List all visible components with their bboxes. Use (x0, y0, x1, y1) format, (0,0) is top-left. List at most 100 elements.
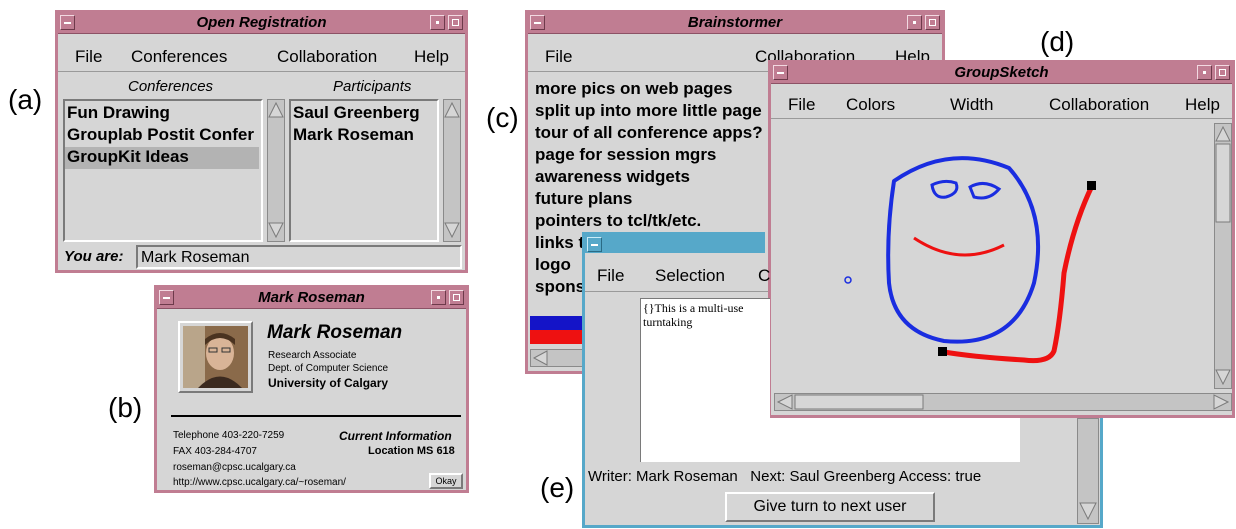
location-label: Location MS 618 (368, 445, 455, 457)
horizontal-scrollbar[interactable] (530, 349, 590, 367)
card-fax: FAX 403-284-4707 (173, 446, 257, 457)
menu-divider (585, 291, 768, 292)
maximize-icon[interactable] (449, 290, 464, 305)
panel-label-b: (b) (108, 392, 143, 423)
maximize-icon[interactable] (1215, 65, 1230, 80)
scrollbar-arrows-icon (776, 394, 1230, 410)
idea-item[interactable]: tour of all conference apps? (535, 123, 763, 143)
writer-scrollbar[interactable] (1077, 418, 1099, 524)
open-registration-window: Open Registration File Conferences Colla… (55, 10, 468, 273)
panel-label-c: (c) (486, 102, 519, 133)
menu-collaboration[interactable]: Collaboration (1049, 95, 1149, 115)
list-item[interactable]: Mark Roseman (293, 125, 414, 145)
card-divider (171, 415, 461, 417)
business-card-window: Mark Roseman Mark Roseman Research Assoc… (154, 285, 469, 493)
current-information-label: Current Information (339, 429, 452, 443)
window-title: Open Registration (196, 14, 327, 31)
minimize-icon[interactable] (1197, 65, 1212, 80)
groupsketch-window: GroupSketch File Colors Width Collaborat… (768, 60, 1235, 418)
list-item[interactable]: Saul Greenberg (293, 103, 420, 123)
idea-item[interactable]: logo (535, 255, 571, 275)
title-bar[interactable]: GroupSketch (771, 63, 1232, 84)
idea-item[interactable]: more pics on web pages (535, 79, 732, 99)
status-access: Access: true (898, 468, 982, 485)
photo (178, 321, 253, 393)
person-photo-icon (183, 326, 248, 388)
horizontal-scrollbar[interactable] (774, 393, 1232, 411)
idea-item[interactable]: pointers to tcl/tk/etc. (535, 211, 701, 231)
you-are-label: You are: (64, 248, 124, 265)
minimize-icon[interactable] (907, 15, 922, 30)
menu-conferences[interactable]: Conferences (131, 47, 227, 67)
participants-scrollbar[interactable] (443, 99, 461, 242)
menu-divider (58, 71, 465, 72)
maximize-icon[interactable] (925, 15, 940, 30)
blue-bar (530, 316, 590, 330)
list-item[interactable]: Grouplab Postit Confer (67, 125, 254, 145)
window-title: Brainstormer (687, 14, 783, 31)
scrollbar-arrows-icon (268, 101, 284, 239)
card-url[interactable]: http://www.cpsc.ucalgary.ca/~roseman/ (173, 477, 346, 488)
sketch-canvas[interactable] (774, 123, 1214, 388)
menu-colors[interactable]: Colors (846, 95, 895, 115)
window-menu-icon[interactable] (587, 237, 602, 252)
menu-file[interactable]: File (75, 47, 102, 67)
handle-marker[interactable] (1087, 181, 1096, 190)
title-bar[interactable]: Brainstormer (528, 13, 942, 34)
scroll-down-icon (1079, 502, 1097, 521)
card-department: Dept. of Computer Science (268, 363, 389, 374)
participants-header: Participants (333, 78, 412, 95)
card-telephone: Telephone 403-220-7259 (173, 430, 285, 441)
writer-text-area[interactable]: {}This is a multi-use turntaking (640, 298, 770, 462)
menu-file[interactable]: File (597, 266, 624, 286)
red-bar (530, 330, 590, 344)
handle-marker[interactable] (938, 347, 947, 356)
panel-label-d: (d) (1040, 26, 1075, 57)
conferences-header: Conferences (128, 78, 214, 95)
idea-item[interactable]: awareness widgets (535, 167, 690, 187)
minimize-icon[interactable] (430, 15, 445, 30)
list-item[interactable]: Fun Drawing (67, 103, 170, 123)
card-email: roseman@cpsc.ucalgary.ca (173, 462, 296, 473)
scrollbar-arrows-icon (1215, 125, 1231, 386)
status-writer: Writer: Mark Roseman (588, 468, 738, 485)
writer-text-area-lower (770, 418, 1020, 462)
menu-width[interactable]: Width (950, 95, 993, 115)
menu-help[interactable]: Help (1185, 95, 1220, 115)
card-position: Research Associate (268, 350, 357, 361)
idea-item[interactable]: split up into more little page (535, 101, 762, 121)
panel-label-e: (e) (540, 472, 575, 503)
writer-status: Writer: Mark Roseman Next: Saul Greenber… (588, 468, 981, 485)
panel-label-a: (a) (8, 84, 43, 115)
selected-list-item[interactable]: GroupKit Ideas (65, 147, 259, 169)
menu-help[interactable]: Help (414, 47, 449, 67)
menu-collaboration[interactable]: Collaboration (277, 47, 377, 67)
conferences-list[interactable]: Fun Drawing Grouplab Postit Confer Group… (63, 99, 263, 242)
window-title: GroupSketch (954, 64, 1049, 81)
vertical-scrollbar[interactable] (1214, 123, 1232, 389)
okay-button[interactable]: Okay (429, 473, 463, 489)
title-bar[interactable]: Open Registration (58, 13, 465, 34)
minimize-icon[interactable] (431, 290, 446, 305)
menu-c[interactable]: C (758, 266, 770, 286)
maximize-icon[interactable] (448, 15, 463, 30)
idea-item[interactable]: spons (535, 277, 585, 297)
participants-list[interactable]: Saul Greenberg Mark Roseman (289, 99, 439, 242)
idea-item[interactable]: future plans (535, 189, 632, 209)
you-are-field[interactable]: Mark Roseman (136, 245, 462, 269)
menu-file[interactable]: File (788, 95, 815, 115)
title-bar[interactable]: Mark Roseman (157, 288, 466, 309)
idea-item[interactable]: page for session mgrs (535, 145, 716, 165)
status-next: Next: Saul Greenberg (750, 468, 896, 485)
menu-selection[interactable]: Selection (655, 266, 725, 286)
scrollbar-arrows-icon (444, 101, 460, 239)
menu-file[interactable]: File (545, 47, 572, 67)
scroll-left-icon (532, 350, 548, 366)
remote-cursor-marker (844, 276, 852, 284)
give-turn-button[interactable]: Give turn to next user (725, 492, 935, 522)
card-university: University of Calgary (268, 376, 389, 390)
window-title: Mark Roseman (258, 289, 365, 306)
conferences-scrollbar[interactable] (267, 99, 285, 242)
idea-item[interactable]: links t (535, 233, 584, 253)
card-name: Mark Roseman (267, 322, 403, 343)
